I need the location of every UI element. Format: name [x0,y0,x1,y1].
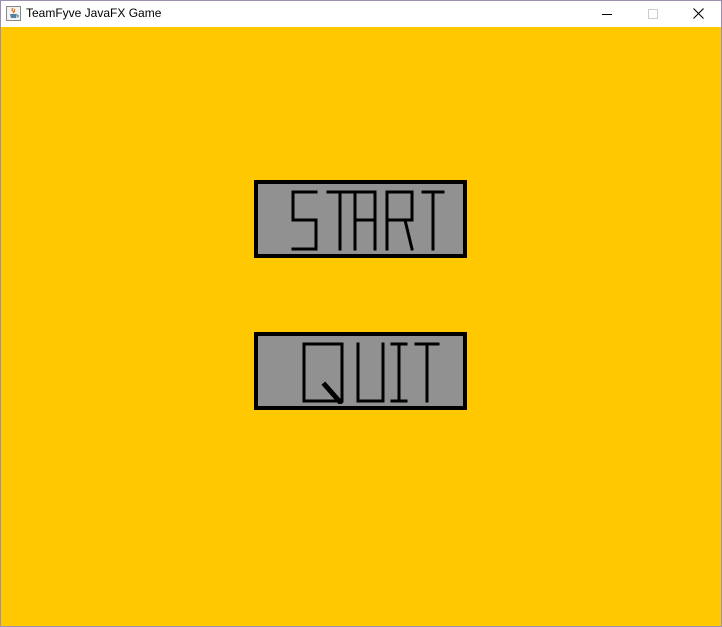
maximize-icon [648,8,658,19]
start-button[interactable]: START [254,180,467,258]
minimize-icon [602,9,612,19]
game-menu-stage: START [1,27,721,626]
app-window: TeamFyve JavaFX Game START [0,0,722,627]
close-icon [692,8,704,19]
java-cup-icon [6,6,21,21]
maximize-button [630,1,676,26]
window-title: TeamFyve JavaFX Game [26,6,162,20]
quit-button[interactable]: QUIT [254,332,467,410]
start-label-glyphs [291,190,444,251]
quit-label-glyphs [302,342,439,404]
title-bar[interactable]: TeamFyve JavaFX Game [1,1,721,26]
minimize-button[interactable] [584,1,630,26]
close-button[interactable] [675,1,721,26]
